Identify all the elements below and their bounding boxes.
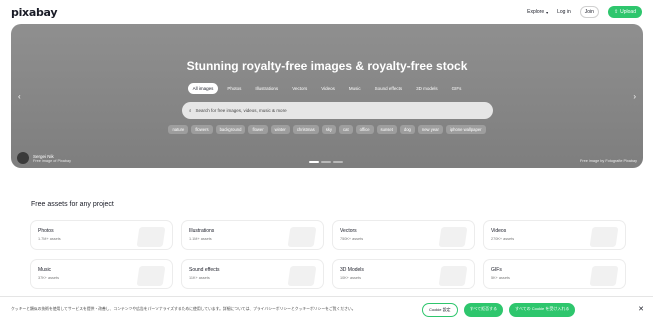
asset-card-3d-models[interactable]: 3D Models 10K+ assets (333, 260, 474, 288)
carousel-dot[interactable] (309, 161, 319, 163)
pixabay-logo[interactable]: pixabay (11, 6, 58, 19)
card-thumbnail (136, 266, 166, 286)
carousel-dot[interactable] (321, 161, 331, 163)
search-bar[interactable]: ⌕ Search for free images, videos, music … (182, 102, 493, 119)
tab-all-images[interactable]: All images (187, 83, 219, 94)
tab-sound-effects[interactable]: Sound effects (370, 83, 407, 94)
header-actions: Explore ▾ Log in Join ⇪ Upload (527, 6, 642, 18)
explore-label: Explore (527, 9, 545, 15)
tab-gifs[interactable]: GIFs (447, 83, 467, 94)
card-thumbnail (287, 266, 317, 286)
upload-icon: ⇪ (613, 9, 619, 15)
carousel-prev-icon[interactable]: ‹ (18, 92, 21, 101)
carousel-indicators (309, 161, 343, 163)
tag-chip[interactable]: dog (399, 125, 415, 134)
carousel-dot[interactable] (333, 161, 343, 163)
upload-label: Upload (620, 9, 636, 15)
card-thumbnail (589, 227, 619, 247)
carousel-next-icon[interactable]: › (633, 92, 636, 101)
tag-chip[interactable]: new year (417, 125, 443, 134)
hero-title: Stunning royalty-free images & royalty-f… (186, 59, 468, 73)
close-icon[interactable]: ✕ (638, 305, 644, 313)
asset-card-photos[interactable]: Photos 1.7M+ assets (31, 221, 172, 249)
tag-chip[interactable]: flower (248, 125, 268, 134)
join-button[interactable]: Join (579, 6, 599, 18)
tag-chip[interactable]: iphone wallpaper (445, 125, 486, 134)
tag-chip[interactable]: nature (168, 125, 189, 134)
search-icon: ⌕ (189, 108, 192, 113)
tab-photos[interactable]: Photos (222, 83, 246, 94)
explore-menu[interactable]: Explore ▾ (527, 9, 548, 15)
asset-categories: Photos 1.7M+ assets Illustrations 1.1M+ … (31, 221, 625, 288)
tag-chip[interactable]: flowers (191, 125, 213, 134)
top-navigation: pixabay Explore ▾ Log in Join ⇪ Upload (0, 0, 653, 24)
tag-chip[interactable]: office (355, 125, 374, 134)
card-thumbnail (589, 266, 619, 286)
hero-banner: Stunning royalty-free images & royalty-f… (11, 24, 643, 168)
chevron-down-icon: ▾ (546, 9, 549, 15)
photographer-subtitle: Free image of Pixabay (33, 158, 71, 163)
cookie-settings-button[interactable]: Cookie 設定 (422, 303, 458, 317)
media-type-tabs: All images Photos Illustrations Vectors … (11, 83, 643, 94)
trending-tags: nature flowers background flower winter … (11, 125, 643, 134)
tag-chip[interactable]: winter (270, 125, 290, 134)
avatar (17, 152, 29, 164)
card-thumbnail (136, 227, 166, 247)
search-input[interactable]: Search for free images, videos, music & … (196, 108, 287, 113)
tab-videos[interactable]: Videos (316, 83, 340, 94)
tag-chip[interactable]: background (215, 125, 246, 134)
asset-card-vectors[interactable]: Vectors 750K+ assets (333, 221, 474, 249)
tag-chip[interactable]: cat (339, 125, 353, 134)
asset-card-illustrations[interactable]: Illustrations 1.1M+ assets (182, 221, 323, 249)
tab-illustrations[interactable]: Illustrations (250, 83, 283, 94)
tag-chip[interactable]: christmas (292, 125, 319, 134)
reject-all-button[interactable]: すべて拒否する (463, 303, 504, 317)
card-thumbnail (438, 266, 468, 286)
asset-card-gifs[interactable]: GIFs 5K+ assets (484, 260, 625, 288)
asset-card-music[interactable]: Music 37K+ assets (31, 260, 172, 288)
tag-chip[interactable]: sky (321, 125, 337, 134)
asset-card-sound-effects[interactable]: Sound effects 11K+ assets (182, 260, 323, 288)
section-title: Free assets for any project (31, 201, 114, 208)
cookie-notice-text: クッキーと類似の技術を使用してサービスを提供・改善し、コンテンツや広告をパーソナ… (11, 306, 356, 311)
tab-vectors[interactable]: Vectors (287, 83, 312, 94)
accept-all-button[interactable]: すべての Cookie を受け入れる (509, 303, 576, 317)
card-thumbnail (287, 227, 317, 247)
tag-chip[interactable]: sunset (376, 125, 397, 134)
cookie-actions: Cookie 設定 すべて拒否する すべての Cookie を受け入れる (422, 303, 576, 317)
cookie-banner: クッキーと類似の技術を使用してサービスを提供・改善し、コンテンツや広告をパーソナ… (0, 296, 653, 321)
background-credit[interactable]: Free image by Fotografie Pixabay (580, 159, 637, 163)
tab-music[interactable]: Music (344, 83, 366, 94)
photographer-credit[interactable]: Sergei Nik Free image of Pixabay (17, 152, 71, 164)
card-thumbnail (438, 227, 468, 247)
tab-3d-models[interactable]: 3D models (411, 83, 443, 94)
login-link[interactable]: Log in (557, 9, 571, 15)
upload-button[interactable]: ⇪ Upload (607, 6, 642, 18)
asset-card-videos[interactable]: Videos 270K+ assets (484, 221, 625, 249)
